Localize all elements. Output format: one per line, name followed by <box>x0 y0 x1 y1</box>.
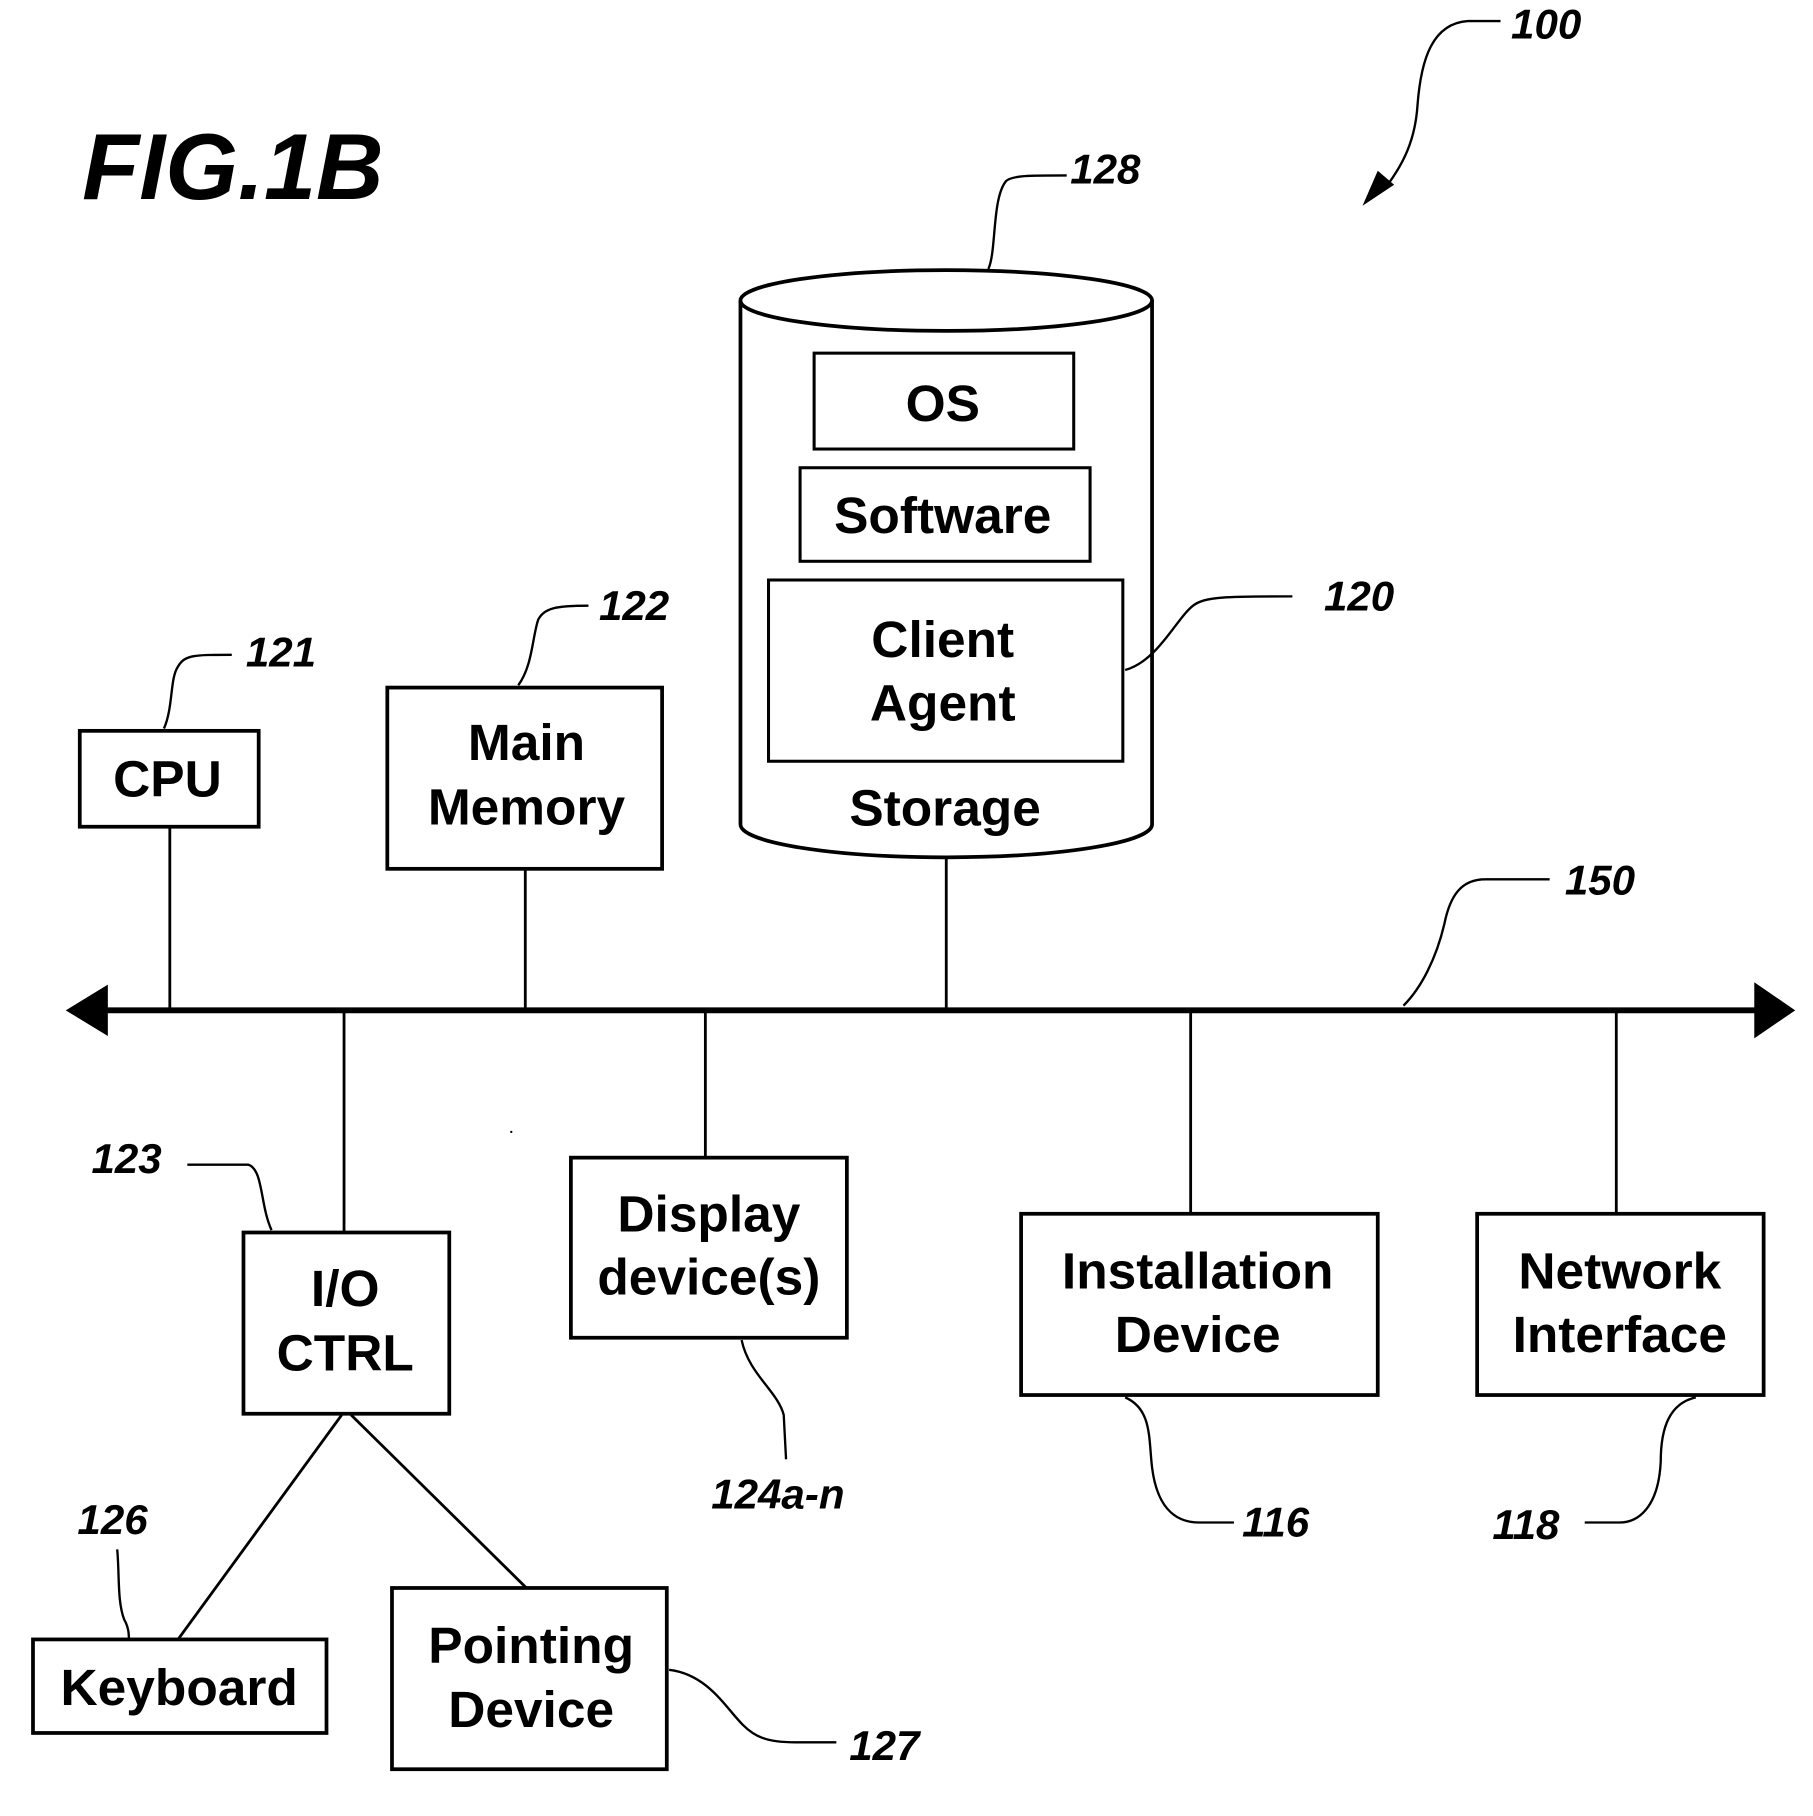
keyboard-label: Keyboard <box>61 1658 298 1716</box>
io-pointing-connector <box>350 1413 528 1589</box>
ref-122: 122 <box>599 582 669 629</box>
ref-123: 123 <box>91 1135 161 1182</box>
client-agent-label-line1: Client <box>871 610 1014 668</box>
installation-label-line2: Device <box>1115 1305 1281 1363</box>
pointing-label-line2: Device <box>448 1680 614 1738</box>
ref-118-lead <box>1584 1396 1697 1524</box>
cpu-label: CPU <box>113 749 222 807</box>
ref-100-arrowhead <box>1362 170 1395 206</box>
os-label: OS <box>906 374 980 432</box>
ref-128-lead <box>987 174 1067 270</box>
ref-123-lead <box>187 1163 273 1231</box>
system-bus <box>65 982 1796 1039</box>
ref-100-lead <box>1384 19 1501 188</box>
installation-label-line1: Installation <box>1062 1242 1334 1300</box>
storage-top <box>738 268 1154 333</box>
network-label-line2: Interface <box>1513 1305 1727 1363</box>
ref-127-lead <box>668 1668 837 1744</box>
io-ctrl-label-line1: I/O <box>311 1259 380 1317</box>
ref-128: 128 <box>1070 146 1141 193</box>
ref-118: 118 <box>1492 1501 1560 1548</box>
storage-label: Storage <box>849 779 1041 837</box>
ref-120: 120 <box>1324 572 1394 619</box>
client-agent-box <box>766 578 1125 763</box>
main-memory-label-line1: Main <box>468 713 585 771</box>
ref-116-lead <box>1124 1396 1234 1524</box>
ref-126-lead <box>116 1549 131 1640</box>
client-agent-label-line2: Agent <box>870 673 1016 731</box>
io-ctrl-label-line2: CTRL <box>277 1323 414 1381</box>
display-label-line1: Display <box>617 1184 800 1242</box>
ref-127: 127 <box>849 1722 922 1769</box>
figure-title: FIG.1B <box>82 114 383 219</box>
ref-150-lead <box>1402 878 1550 1007</box>
software-label: Software <box>834 486 1051 544</box>
speck <box>510 1130 513 1134</box>
ref-121-lead <box>162 653 232 729</box>
ref-126: 126 <box>77 1496 148 1543</box>
ref-100-indicator: 100 <box>1362 1 1581 206</box>
ref-100: 100 <box>1511 1 1581 48</box>
network-label-line1: Network <box>1518 1242 1721 1300</box>
main-memory-label-line2: Memory <box>428 777 626 835</box>
computing-device-diagram: FIG.1B 100 OS Software Client Agent Stor… <box>31 1 1796 1772</box>
ref-122-lead <box>517 604 589 686</box>
bus-arrow-left <box>65 984 108 1037</box>
io-keyboard-connector <box>176 1414 343 1641</box>
display-label-line2: device(s) <box>597 1247 820 1305</box>
pointing-label-line1: Pointing <box>428 1616 634 1674</box>
ref-121: 121 <box>246 629 316 676</box>
bus-arrow-right <box>1754 982 1796 1039</box>
ref-116: 116 <box>1242 1499 1310 1546</box>
ref-150: 150 <box>1565 857 1635 904</box>
storage-cylinder: OS Software Client Agent Storage <box>738 268 1154 860</box>
ref-124: 124a-n <box>711 1470 844 1517</box>
ref-124-lead <box>740 1339 788 1460</box>
